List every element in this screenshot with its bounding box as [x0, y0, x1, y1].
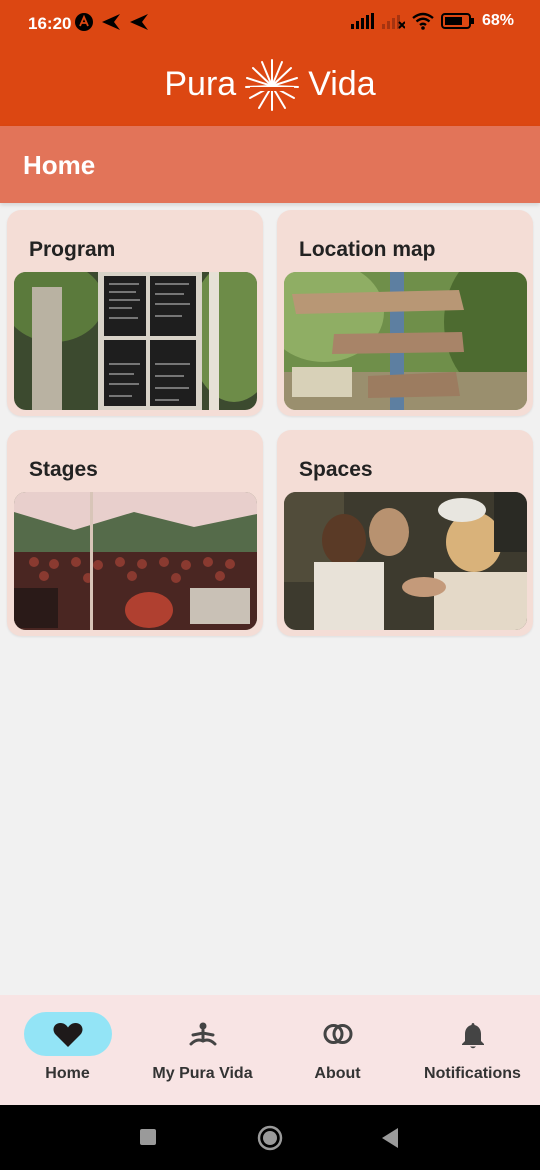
back-button-icon[interactable]	[380, 1127, 400, 1149]
system-navigation-bar	[0, 1105, 540, 1170]
card-title: Location map	[299, 238, 436, 261]
nav-notifications-label: Notifications	[424, 1065, 521, 1082]
battery-icon	[440, 13, 474, 29]
card-title: Spaces	[299, 458, 373, 481]
brand-word-left: Pura	[164, 64, 237, 103]
card-stages[interactable]: Stages	[7, 430, 263, 636]
status-bar: 16:20 68%	[0, 0, 540, 46]
stage-performance-image	[14, 492, 257, 630]
status-time: 16:20	[28, 14, 72, 33]
signal-off-icon	[381, 15, 405, 29]
location-signpost-image	[284, 272, 527, 410]
card-spaces[interactable]: Spaces	[277, 430, 533, 636]
program-board-image	[14, 272, 257, 410]
nav-about-label: About	[314, 1065, 361, 1082]
card-program[interactable]: Program	[7, 210, 263, 416]
app-bar: Pura Vida	[0, 46, 540, 126]
recent-apps-icon[interactable]	[139, 1128, 157, 1146]
status-system-icons: 68%	[350, 12, 514, 30]
nav-notifications[interactable]: Notifications	[405, 995, 540, 1105]
arrow-notification-icon	[130, 14, 148, 30]
nav-my-pura-vida[interactable]: My Pura Vida	[135, 995, 270, 1105]
sunburst-logo-icon	[245, 59, 300, 111]
nav-home-label: Home	[45, 1065, 90, 1082]
rings-icon	[323, 1024, 352, 1044]
home-button-icon[interactable]	[257, 1125, 283, 1151]
card-title: Stages	[29, 458, 98, 481]
brand-word-right: Vida	[308, 64, 376, 103]
battery-percentage: 68%	[481, 12, 514, 29]
page-title: Home	[23, 150, 96, 180]
spaces-people-image	[284, 492, 527, 630]
card-location-map[interactable]: Location map	[277, 210, 533, 416]
nav-about[interactable]: About	[270, 995, 405, 1105]
status-notifications	[74, 12, 150, 32]
card-title: Program	[29, 238, 116, 261]
bottom-navigation: Home My Pura Vida About Notifications	[0, 995, 540, 1105]
heart-icon	[52, 1023, 83, 1047]
app-notification-icon	[75, 13, 93, 31]
brand-logo: Pura Vida	[0, 56, 540, 112]
nav-my-pura-vida-label: My Pura Vida	[152, 1065, 253, 1082]
signal-icon	[350, 13, 374, 29]
meditation-icon	[189, 1022, 216, 1046]
nav-home[interactable]: Home	[0, 995, 135, 1105]
wifi-icon	[412, 12, 434, 30]
arrow-notification-icon	[102, 14, 120, 30]
bell-icon	[461, 1023, 484, 1049]
page-header: Home	[0, 126, 540, 203]
